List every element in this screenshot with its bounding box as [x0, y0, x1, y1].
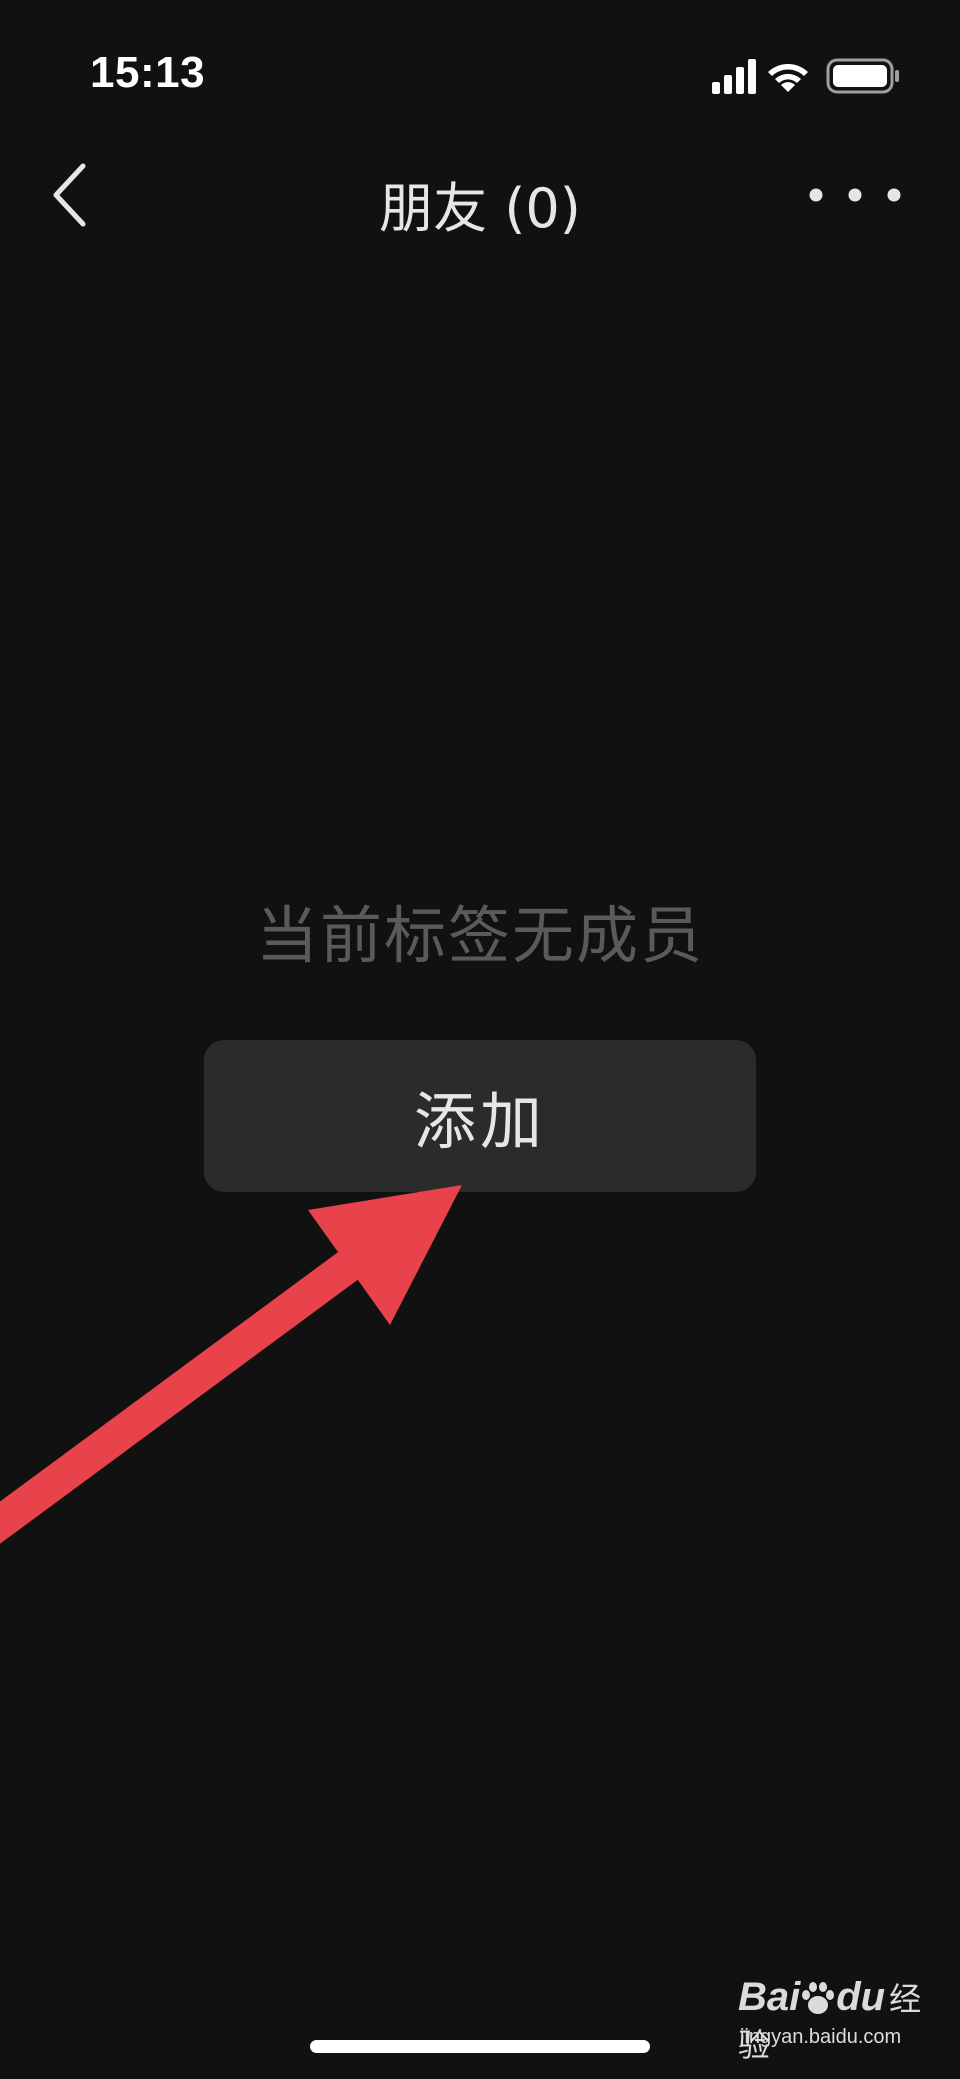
baidu-jingyan-watermark: Bai du 经验 jingyan.baidu.com	[730, 1970, 940, 2064]
signal-icon	[712, 59, 756, 94]
more-dots-icon	[809, 188, 901, 202]
status-bar: 15:13	[0, 0, 960, 150]
watermark-logo: Bai du 经验	[738, 1974, 940, 2066]
empty-state-message: 当前标签无成员	[255, 899, 704, 972]
add-member-button[interactable]: 添加	[204, 1040, 756, 1192]
watermark-brand-prefix: Bai	[738, 1975, 801, 2019]
home-indicator[interactable]	[310, 2040, 650, 2053]
status-time: 15:13	[90, 48, 206, 97]
more-button[interactable]	[800, 165, 910, 225]
wifi-icon	[768, 64, 808, 92]
status-icons	[712, 52, 912, 100]
paw-icon	[802, 1982, 835, 2015]
nav-bar: 朋友 (0)	[0, 150, 960, 240]
battery-icon	[826, 58, 899, 94]
watermark-url: jingyan.baidu.com	[740, 2026, 902, 2048]
watermark-brand-suffix: du	[836, 1975, 886, 2019]
